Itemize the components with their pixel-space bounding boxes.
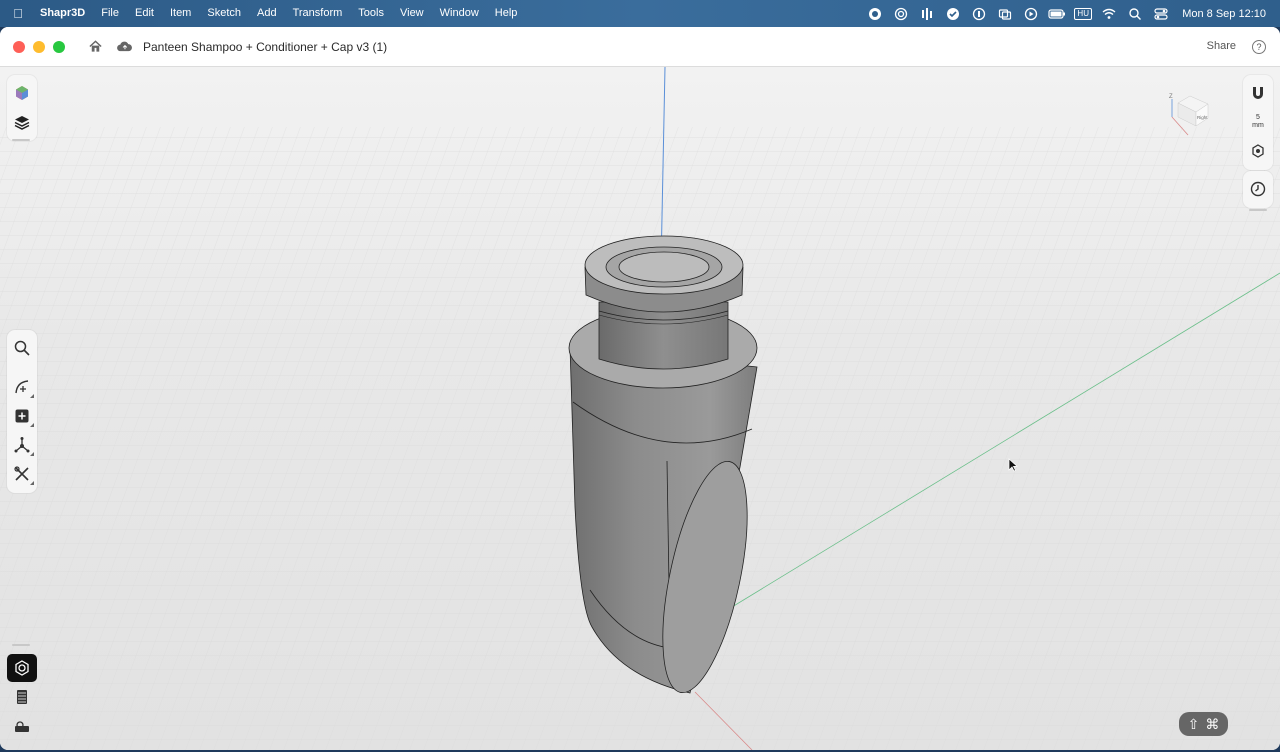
history-clock-icon[interactable] [1243, 175, 1273, 203]
left-toolbar-tools [7, 330, 37, 493]
mouse-cursor-icon [1008, 458, 1018, 477]
macos-menu-bar:  Shapr3D File Edit Item Sketch Add Tran… [0, 0, 1280, 27]
submenu-indicator [30, 394, 34, 398]
3d-viewport[interactable]: 5 mm Z Right ⇧ ⌘ [0, 67, 1280, 750]
record-icon[interactable] [862, 0, 888, 27]
shift-key-icon: ⇧ [1187, 715, 1200, 732]
menu-help[interactable]: Help [487, 0, 526, 27]
left-toolbar-top [7, 75, 37, 141]
menu-file[interactable]: File [93, 0, 127, 27]
control-center-icon[interactable] [1148, 0, 1174, 27]
submenu-indicator [30, 423, 34, 427]
layers-icon[interactable] [7, 108, 37, 136]
measure-icon[interactable] [7, 712, 37, 740]
toolbar-divider [1249, 209, 1267, 211]
audio-bars-icon[interactable] [914, 0, 940, 27]
texture-icon[interactable] [7, 683, 37, 711]
command-key-icon: ⌘ [1205, 715, 1220, 732]
minimize-window-button[interactable] [33, 40, 45, 53]
transform-icon[interactable] [7, 431, 37, 459]
scene-canvas[interactable] [0, 67, 1280, 750]
maximize-window-button[interactable] [53, 40, 65, 53]
wifi-icon[interactable] [1096, 0, 1122, 27]
share-button[interactable]: Share [1207, 40, 1236, 52]
submenu-indicator [30, 452, 34, 456]
snap-unit: mm [1252, 122, 1264, 129]
input-source-badge[interactable]: HU [1070, 0, 1096, 27]
close-window-button[interactable] [13, 40, 25, 53]
title-bar: Panteen Shampoo + Conditioner + Cap v3 (… [0, 27, 1280, 67]
view-cube-axis-label: Z [1169, 94, 1173, 100]
menu-window[interactable]: Window [432, 0, 487, 27]
view-cube[interactable]: Z Right [1164, 87, 1214, 141]
keyboard-modifier-indicator: ⇧ ⌘ [1179, 712, 1228, 736]
projection-icon[interactable] [1243, 137, 1273, 165]
apple-menu-icon[interactable]:  [0, 6, 36, 21]
menu-tools[interactable]: Tools [350, 0, 392, 27]
menu-app-name[interactable]: Shapr3D [36, 0, 93, 27]
menu-item[interactable]: Item [162, 0, 199, 27]
help-button[interactable]: ? [1252, 40, 1266, 54]
traffic-lights [0, 40, 65, 53]
submenu-indicator [30, 481, 34, 485]
tools-icon[interactable] [7, 460, 37, 488]
status-area: HU Mon 8 Sep 12:10 [862, 0, 1280, 27]
snap-value: 5 [1256, 114, 1260, 121]
menu-add[interactable]: Add [249, 0, 285, 27]
right-toolbar: 5 mm [1243, 75, 1273, 170]
app-window: Panteen Shampoo + Conditioner + Cap v3 (… [0, 27, 1280, 750]
add-body-icon[interactable] [7, 402, 37, 430]
spotlight-search-icon[interactable] [1122, 0, 1148, 27]
menu-edit[interactable]: Edit [127, 0, 162, 27]
password-icon[interactable] [966, 0, 992, 27]
windows-icon[interactable] [992, 0, 1018, 27]
play-icon[interactable] [1018, 0, 1044, 27]
toolbar-divider [12, 644, 30, 646]
menu-transform[interactable]: Transform [285, 0, 351, 27]
toolbar-divider [12, 139, 30, 141]
search-icon[interactable] [7, 334, 37, 362]
snap-distance-control[interactable]: 5 mm [1243, 108, 1273, 136]
battery-icon[interactable] [1044, 0, 1070, 27]
history-toolbar [1243, 171, 1273, 208]
menubar-clock[interactable]: Mon 8 Sep 12:10 [1174, 8, 1280, 20]
cloud-sync-icon[interactable] [113, 36, 135, 58]
left-toolbar-bottom [7, 654, 37, 741]
check-circle-icon[interactable] [940, 0, 966, 27]
menu-sketch[interactable]: Sketch [199, 0, 249, 27]
target-icon[interactable] [888, 0, 914, 27]
view-cube-face-label: Right [1197, 115, 1208, 120]
document-title[interactable]: Panteen Shampoo + Conditioner + Cap v3 (… [143, 40, 387, 54]
sketch-curve-icon[interactable] [7, 373, 37, 401]
snap-magnet-icon[interactable] [1243, 79, 1273, 107]
view-settings-icon[interactable] [7, 654, 37, 682]
menu-view[interactable]: View [392, 0, 432, 27]
items-cube-icon[interactable] [7, 79, 37, 107]
home-icon[interactable] [83, 35, 107, 59]
